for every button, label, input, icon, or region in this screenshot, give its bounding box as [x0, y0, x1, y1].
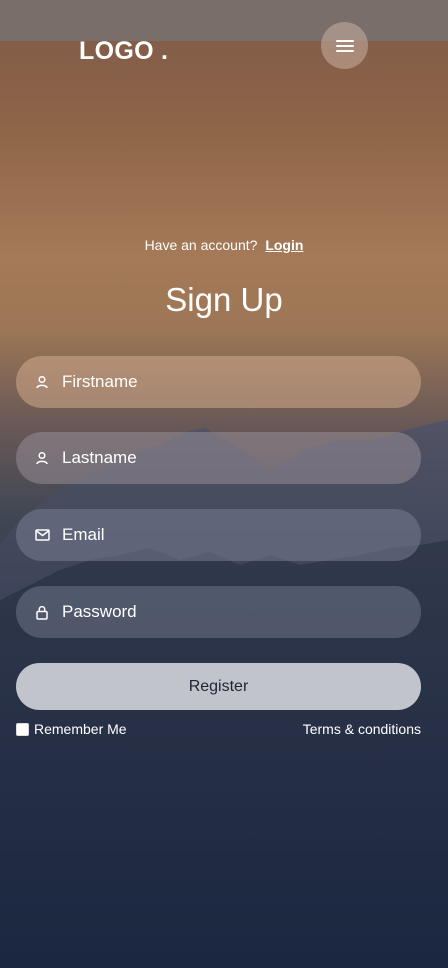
user-icon — [34, 374, 50, 390]
mountain-background — [0, 420, 448, 968]
lock-icon — [34, 604, 50, 620]
page-title: Sign Up — [165, 281, 283, 318]
register-button[interactable]: Register — [16, 663, 421, 710]
terms-link[interactable]: Terms & conditions — [303, 721, 421, 737]
email-field[interactable] — [16, 509, 421, 561]
login-link[interactable]: Login — [265, 237, 303, 253]
remember-me[interactable]: Remember Me — [16, 721, 127, 737]
logo[interactable]: LOGO . — [79, 37, 168, 66]
user-icon — [34, 450, 50, 466]
firstname-input[interactable] — [62, 372, 382, 392]
envelope-icon — [34, 527, 50, 543]
have-account-text: Have an account? — [144, 237, 258, 253]
lastname-field[interactable] — [16, 432, 421, 484]
password-input[interactable] — [62, 602, 382, 622]
remember-me-checkbox[interactable] — [16, 722, 29, 736]
email-input[interactable] — [62, 525, 382, 545]
menu-button[interactable] — [321, 22, 368, 69]
top-bar — [0, 0, 448, 41]
password-field[interactable] — [16, 586, 421, 638]
have-account-prompt: Have an account? Login — [0, 237, 448, 253]
remember-me-label: Remember Me — [34, 721, 127, 737]
lastname-input[interactable] — [62, 448, 382, 468]
hamburger-menu-icon — [335, 37, 354, 55]
firstname-field[interactable] — [16, 356, 421, 408]
